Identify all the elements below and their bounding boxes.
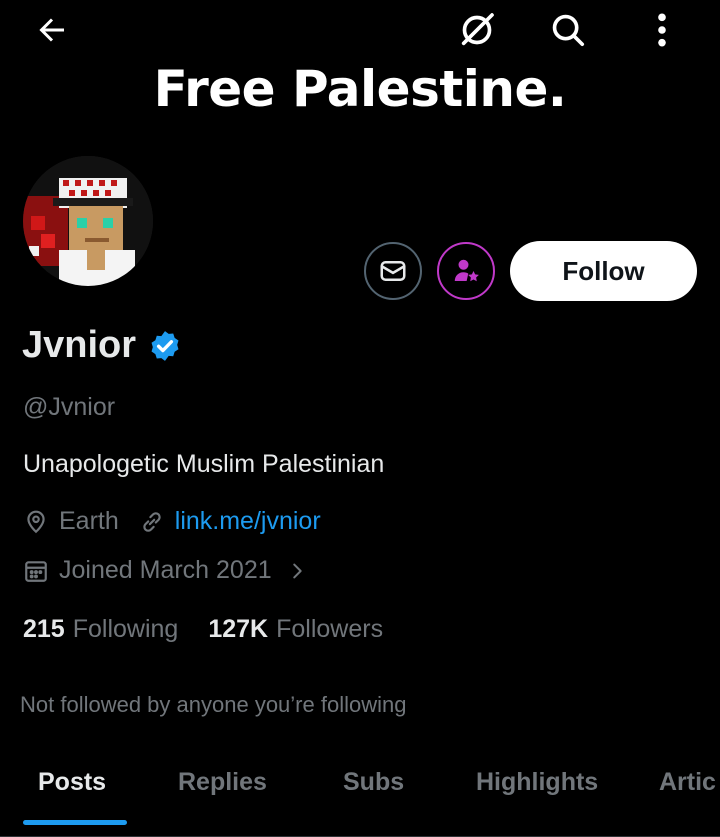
location-text: Earth [59, 507, 119, 535]
followers-count: 127K [208, 615, 269, 643]
profile-banner[interactable]: Free Palestine. [0, 0, 720, 150]
banner-text: Free Palestine. [153, 60, 567, 118]
verified-badge-icon [151, 330, 179, 361]
bio-text: Unapologetic Muslim Palestinian [23, 450, 385, 478]
avatar[interactable] [23, 156, 153, 286]
back-button[interactable] [30, 8, 74, 52]
envelope-icon [380, 261, 406, 281]
location-pin-icon [23, 509, 49, 535]
calendar-icon [23, 558, 49, 584]
social-context-text: Not followed by anyone you’re following [20, 692, 407, 717]
follow-button[interactable]: Follow [510, 241, 697, 301]
display-name: Jvnior [22, 324, 137, 366]
tab-highlights[interactable]: Highlights [476, 768, 598, 797]
chevron-right-icon [286, 558, 312, 584]
profile-link[interactable]: link.me/jvnior [175, 507, 321, 536]
tab-subs[interactable]: Subs [343, 768, 404, 797]
tab-replies[interactable]: Replies [178, 768, 267, 797]
pixel-avatar-image [23, 156, 153, 286]
tab-posts[interactable]: Posts [38, 768, 106, 797]
active-tab-indicator [23, 820, 127, 825]
more-vertical-icon [658, 13, 666, 47]
display-name-row: Jvnior [22, 324, 182, 367]
location-link-row: Earth link.me/jvnior [23, 507, 321, 536]
search-icon [552, 14, 585, 47]
following-label: Following [72, 615, 179, 643]
following-stat[interactable]: 215 Following [23, 615, 178, 644]
joined-row[interactable]: Joined March 2021 [23, 556, 322, 585]
joined-date: Joined March 2021 [59, 556, 272, 584]
username-handle: @Jvnior [23, 393, 116, 421]
search-button[interactable] [546, 8, 590, 52]
followers-label: Followers [276, 615, 384, 643]
message-button[interactable] [364, 242, 422, 300]
follow-stats: 215 Following 127K Followers [23, 615, 413, 644]
arrow-left-icon [39, 18, 64, 42]
grok-button[interactable] [455, 8, 499, 52]
following-count: 215 [23, 615, 65, 643]
link-icon [139, 509, 165, 535]
subscribe-star-icon [454, 259, 479, 282]
more-options-button[interactable] [640, 8, 684, 52]
tab-articles[interactable]: Artic [659, 768, 716, 797]
followers-stat[interactable]: 127K Followers [208, 615, 383, 644]
grok-icon [461, 13, 494, 46]
subscribe-button[interactable] [437, 242, 495, 300]
